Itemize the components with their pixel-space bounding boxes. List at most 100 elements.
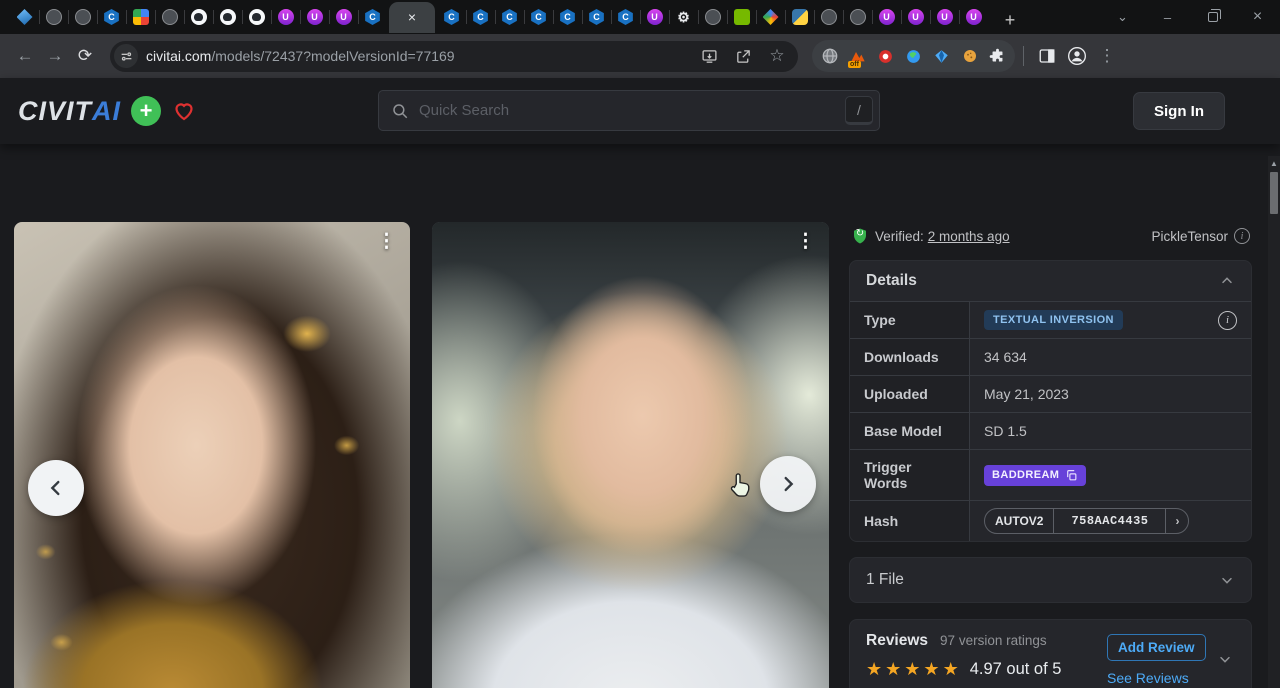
tab-globe[interactable] (698, 0, 727, 34)
address-bar[interactable]: civitai.com/models/72437?modelVersionId=… (110, 41, 798, 72)
tab-ultra[interactable]: U (271, 0, 300, 34)
hash-pill[interactable]: AUTOV2 758AAC4435 › (984, 508, 1189, 534)
tab-civitai[interactable]: C (524, 0, 553, 34)
tab-ultra[interactable]: U (640, 0, 669, 34)
scroll-up-arrow-icon[interactable]: ▲ (1268, 156, 1280, 170)
side-panel-icon[interactable] (1032, 41, 1062, 71)
bookmark-star-icon[interactable]: ☆ (762, 41, 792, 71)
files-title: 1 File (866, 571, 904, 589)
current-image[interactable] (432, 222, 829, 688)
tab-ultra[interactable]: U (329, 0, 358, 34)
blocker-off-extension-icon[interactable]: off (848, 47, 867, 66)
tab-github[interactable] (242, 0, 271, 34)
civitai-logo[interactable]: CIVITAI (18, 96, 121, 127)
type-info-icon[interactable]: i (1218, 311, 1237, 330)
detail-row-uploaded: Uploaded May 21, 2023 (850, 375, 1251, 412)
tab-civitai[interactable]: C (466, 0, 495, 34)
page-scrollbar[interactable]: ▲ (1268, 156, 1280, 688)
add-review-button[interactable]: Add Review (1107, 634, 1206, 661)
tab-globe[interactable] (39, 0, 68, 34)
site-info-icon[interactable] (114, 44, 138, 68)
see-reviews-link[interactable]: See Reviews (1107, 670, 1189, 686)
tab-github[interactable] (213, 0, 242, 34)
file-format-info-icon[interactable]: i (1234, 228, 1250, 244)
tab-civitai[interactable]: C (582, 0, 611, 34)
profile-avatar-icon[interactable] (1062, 41, 1092, 71)
ultra-favicon: U (307, 9, 323, 25)
previous-image[interactable] (14, 222, 410, 688)
cookie-extension-icon[interactable] (960, 47, 979, 66)
gallery-card-current[interactable]: ⋮ + 9 23 i (432, 222, 829, 688)
tab-gear[interactable]: ⚙ (669, 0, 698, 34)
share-icon[interactable] (728, 41, 758, 71)
extensions-puzzle-icon[interactable] (988, 47, 1007, 66)
trigger-word-badge[interactable]: BADDREAM (984, 465, 1086, 486)
tab-ultra[interactable]: U (901, 0, 930, 34)
tab-python[interactable] (785, 0, 814, 34)
tab-ultra[interactable]: U (872, 0, 901, 34)
carousel-prev-button[interactable] (28, 460, 84, 516)
create-plus-button[interactable]: + (131, 96, 161, 126)
details-panel-header[interactable]: Details (850, 261, 1251, 301)
search-input[interactable] (419, 102, 845, 119)
hash-value[interactable]: 758AAC4435 (1053, 509, 1165, 533)
tab-grid[interactable] (126, 0, 155, 34)
tab-ultra[interactable]: U (300, 0, 329, 34)
detail-label: Base Model (850, 413, 970, 449)
tab-civitai[interactable]: C (358, 0, 387, 34)
close-window-button[interactable]: × (1235, 0, 1280, 34)
verified-time-link[interactable]: 2 months ago (928, 229, 1010, 244)
diamond-favicon (763, 9, 779, 25)
ultra-favicon: U (908, 9, 924, 25)
tab-civitai[interactable]: C (437, 0, 466, 34)
type-badge[interactable]: TEXTUAL INVERSION (984, 310, 1123, 330)
image-menu-kebab-icon[interactable]: ⋮ (371, 228, 402, 255)
reload-button[interactable]: ⟳ (70, 41, 100, 71)
rating-text: 4.97 out of 5 (970, 660, 1062, 679)
tab-ultra[interactable]: U (959, 0, 988, 34)
browser-toolbar: ← → ⟳ civitai.com/models/72437?modelVers… (0, 34, 1280, 78)
window-menu-chevron-icon[interactable]: ⌄ (1100, 0, 1145, 34)
slash-shortcut-key: / (845, 96, 873, 125)
tab-ultra[interactable]: U (930, 0, 959, 34)
browser-menu-kebab-icon[interactable]: ⋮ (1092, 41, 1122, 71)
tab-diamond[interactable] (756, 0, 785, 34)
sign-in-button[interactable]: Sign In (1133, 92, 1225, 130)
tab-civitai[interactable]: C (611, 0, 640, 34)
red-o-extension-icon[interactable] (876, 47, 895, 66)
support-heart-icon[interactable] (171, 99, 197, 123)
tab-github[interactable] (184, 0, 213, 34)
tab-gem[interactable] (10, 0, 39, 34)
active-tab[interactable]: × (389, 2, 435, 33)
tab-globe[interactable] (155, 0, 184, 34)
hash-expand-chevron-icon[interactable]: › (1165, 509, 1188, 533)
tab-globe[interactable] (814, 0, 843, 34)
tab-civitai[interactable]: C (553, 0, 582, 34)
install-page-icon[interactable] (694, 41, 724, 71)
gem-extension-icon[interactable] (932, 47, 951, 66)
tab-civitai[interactable]: C (97, 0, 126, 34)
scrollbar-thumb[interactable] (1270, 172, 1278, 214)
tab-close-icon[interactable]: × (408, 10, 416, 24)
earth-extension-icon[interactable] (904, 47, 923, 66)
image-menu-kebab-icon[interactable]: ⋮ (790, 228, 821, 255)
back-button[interactable]: ← (10, 41, 40, 71)
url-text[interactable]: civitai.com/models/72437?modelVersionId=… (146, 48, 694, 64)
gallery-card-previous[interactable]: ⋮ + 3 6 i (14, 222, 410, 688)
tab-nvidia[interactable] (727, 0, 756, 34)
star-icon: ★ (923, 659, 940, 680)
files-panel-header[interactable]: 1 File (850, 558, 1251, 602)
tab-globe[interactable] (68, 0, 97, 34)
carousel-next-button[interactable] (760, 456, 816, 512)
tab-civitai[interactable]: C (495, 0, 524, 34)
forward-button[interactable]: → (40, 41, 70, 71)
quick-search-bar[interactable]: / (378, 90, 880, 131)
omnibox-actions: ☆ (694, 41, 792, 71)
globe-extension-icon[interactable] (820, 47, 839, 66)
ultra-favicon: U (966, 9, 982, 25)
minimize-button[interactable]: – (1145, 0, 1190, 34)
tab-globe[interactable] (843, 0, 872, 34)
chevron-down-icon[interactable] (1217, 651, 1233, 667)
restore-button[interactable] (1190, 0, 1235, 34)
new-tab-button[interactable]: + (996, 6, 1024, 34)
